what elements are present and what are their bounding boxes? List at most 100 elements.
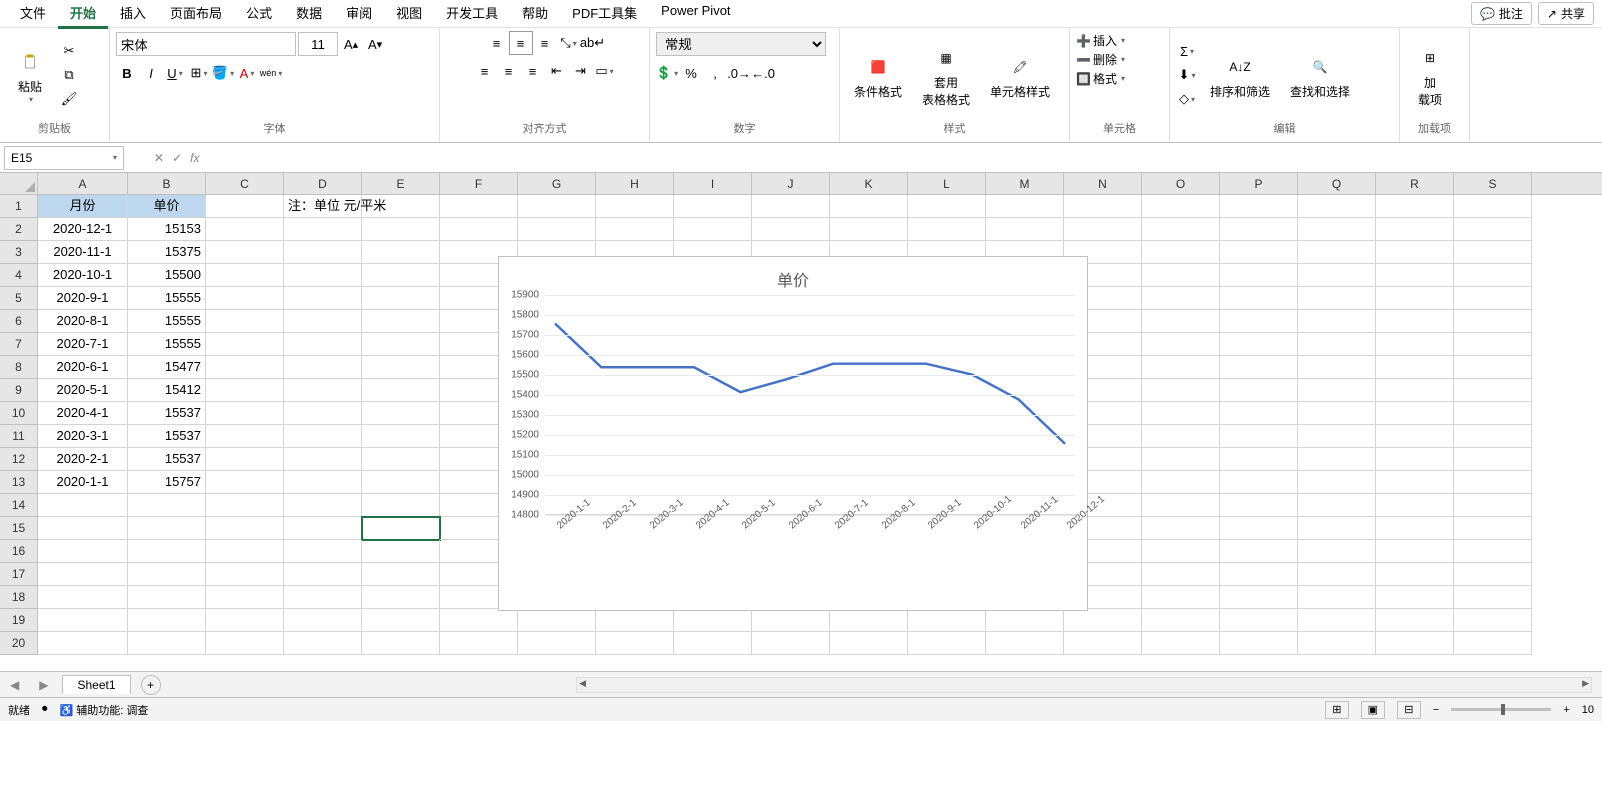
phonetic-button[interactable]: wén▾ [260,62,282,84]
font-color-button[interactable]: A▾ [236,62,258,84]
cell-R4[interactable] [1376,264,1454,287]
cell-B17[interactable] [128,563,206,586]
cell-D18[interactable] [284,586,362,609]
chart[interactable]: 单价 1480014900150001510015200153001540015… [498,256,1088,611]
page-break-view-button[interactable]: ⊟ [1397,701,1421,719]
cell-E12[interactable] [362,448,440,471]
row-header-11[interactable]: 11 [0,425,37,448]
cell-O19[interactable] [1142,609,1220,632]
col-header-S[interactable]: S [1454,173,1532,194]
row-header-2[interactable]: 2 [0,218,37,241]
cell-Q16[interactable] [1298,540,1376,563]
cell-Q12[interactable] [1298,448,1376,471]
cell-A2[interactable]: 2020-12-1 [38,218,128,241]
cell-M2[interactable] [986,218,1064,241]
row-header-12[interactable]: 12 [0,448,37,471]
cell-A3[interactable]: 2020-11-1 [38,241,128,264]
cell-A14[interactable] [38,494,128,517]
cell-B16[interactable] [128,540,206,563]
cell-B7[interactable]: 15555 [128,333,206,356]
cell-D2[interactable] [284,218,362,241]
comment-button[interactable]: 💬 批注 [1471,2,1532,25]
cell-N20[interactable] [1064,632,1142,655]
cut-button[interactable]: ✂ [58,40,80,62]
row-header-7[interactable]: 7 [0,333,37,356]
cell-R14[interactable] [1376,494,1454,517]
increase-font-button[interactable]: A▴ [340,33,362,55]
clear-button[interactable]: ◇▾ [1176,88,1198,110]
wrap-text-button[interactable]: ab↵ [582,32,604,54]
underline-button[interactable]: U▾ [164,62,186,84]
column-headers[interactable]: ABCDEFGHIJKLMNOPQRS [38,173,1602,195]
col-header-M[interactable]: M [986,173,1064,194]
cell-P1[interactable] [1220,195,1298,218]
cell-C8[interactable] [206,356,284,379]
cell-A6[interactable]: 2020-8-1 [38,310,128,333]
cell-C6[interactable] [206,310,284,333]
cell-S20[interactable] [1454,632,1532,655]
cell-D20[interactable] [284,632,362,655]
cell-R11[interactable] [1376,425,1454,448]
cell-Q20[interactable] [1298,632,1376,655]
menu-item-开始[interactable]: 开始 [58,0,108,29]
cell-Q8[interactable] [1298,356,1376,379]
cell-F1[interactable] [440,195,518,218]
align-bottom-button[interactable]: ≡ [534,32,556,54]
cell-L2[interactable] [908,218,986,241]
currency-button[interactable]: 💲▾ [656,62,678,84]
cell-R8[interactable] [1376,356,1454,379]
cell-Q17[interactable] [1298,563,1376,586]
cell-Q6[interactable] [1298,310,1376,333]
cell-S19[interactable] [1454,609,1532,632]
cell-E2[interactable] [362,218,440,241]
cell-H2[interactable] [596,218,674,241]
cell-O5[interactable] [1142,287,1220,310]
col-header-K[interactable]: K [830,173,908,194]
insert-cells-button[interactable]: ➕插入▾ [1076,32,1163,49]
row-header-1[interactable]: 1 [0,195,37,218]
increase-indent-button[interactable]: ⇥ [570,60,592,82]
cell-H20[interactable] [596,632,674,655]
cell-O18[interactable] [1142,586,1220,609]
cell-O16[interactable] [1142,540,1220,563]
cell-S7[interactable] [1454,333,1532,356]
cell-B1[interactable]: 单价 [128,195,206,218]
cell-D5[interactable] [284,287,362,310]
delete-cells-button[interactable]: ➖删除▾ [1076,51,1163,68]
row-header-3[interactable]: 3 [0,241,37,264]
cell-E13[interactable] [362,471,440,494]
row-header-6[interactable]: 6 [0,310,37,333]
cell-P12[interactable] [1220,448,1298,471]
cell-O7[interactable] [1142,333,1220,356]
accessibility-button[interactable]: ♿ 辅助功能: 调查 [60,702,149,718]
cell-A7[interactable]: 2020-7-1 [38,333,128,356]
cell-E9[interactable] [362,379,440,402]
cell-C5[interactable] [206,287,284,310]
menu-item-开发工具[interactable]: 开发工具 [434,0,510,29]
cell-C2[interactable] [206,218,284,241]
cell-R18[interactable] [1376,586,1454,609]
cell-E10[interactable] [362,402,440,425]
cell-D12[interactable] [284,448,362,471]
cell-G2[interactable] [518,218,596,241]
menu-item-文件[interactable]: 文件 [8,0,58,29]
row-header-18[interactable]: 18 [0,586,37,609]
cell-K20[interactable] [830,632,908,655]
tab-nav-next[interactable]: ▶ [29,678,58,692]
menu-item-页面布局[interactable]: 页面布局 [158,0,234,29]
decrease-indent-button[interactable]: ⇤ [546,60,568,82]
cell-D14[interactable] [284,494,362,517]
cell-S14[interactable] [1454,494,1532,517]
cell-D8[interactable] [284,356,362,379]
cell-E3[interactable] [362,241,440,264]
cell-I19[interactable] [674,609,752,632]
row-header-8[interactable]: 8 [0,356,37,379]
cell-H1[interactable] [596,195,674,218]
cell-P3[interactable] [1220,241,1298,264]
cell-A15[interactable] [38,517,128,540]
cell-P7[interactable] [1220,333,1298,356]
cell-E15[interactable] [362,517,440,540]
cell-J19[interactable] [752,609,830,632]
menu-item-Power Pivot[interactable]: Power Pivot [649,0,742,29]
cell-S3[interactable] [1454,241,1532,264]
